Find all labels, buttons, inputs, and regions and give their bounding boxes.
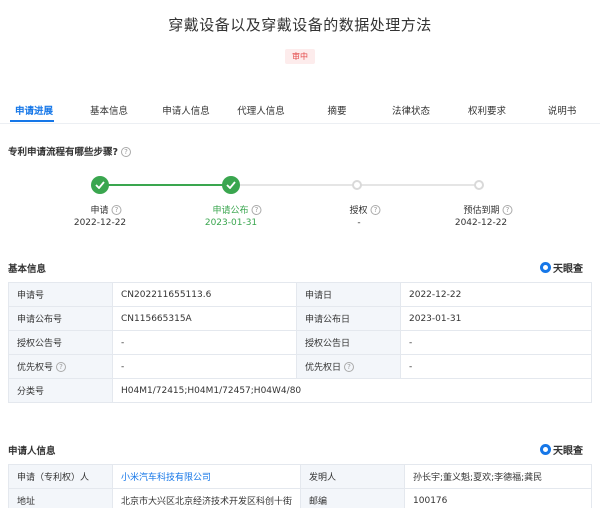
tab-progress[interactable]: 申请进展 bbox=[15, 82, 53, 124]
tab-applicant-info[interactable]: 申请人信息 bbox=[162, 82, 210, 124]
applicant-info-title: 申请人信息 bbox=[8, 446, 56, 457]
field-label: 优先权日? bbox=[296, 354, 401, 379]
step-3-pending-dot bbox=[352, 180, 362, 190]
table-row: 分类号 H04M1/72415;H04M1/72457;H04W4/80 bbox=[8, 378, 592, 403]
tab-legal-status[interactable]: 法律状态 bbox=[392, 82, 430, 124]
field-value: - bbox=[400, 354, 592, 379]
status-badge: 审中 bbox=[285, 49, 315, 64]
help-icon[interactable]: ? bbox=[370, 205, 381, 215]
field-label: 发明人 bbox=[300, 464, 406, 489]
applicant-link[interactable]: 小米汽车科技有限公司 bbox=[111, 464, 302, 489]
help-icon[interactable]: ? bbox=[121, 147, 132, 157]
field-label: 授权公告号 bbox=[8, 330, 113, 355]
table-row: 申请（专利权）人 小米汽车科技有限公司 发明人 孙长宇;董义魁;夏欢;李德福;龚… bbox=[8, 464, 592, 489]
active-tab-indicator bbox=[10, 120, 54, 122]
field-label: 分类号 bbox=[8, 378, 113, 403]
step-2-label: 申请公布? bbox=[212, 203, 262, 216]
field-label: 申请号 bbox=[8, 282, 113, 307]
field-value: - bbox=[112, 354, 297, 379]
tianyancha-icon bbox=[540, 444, 551, 455]
tab-agent-info[interactable]: 代理人信息 bbox=[237, 82, 285, 124]
table-row: 申请公布号 CN115665315A 申请公布日 2023-01-31 bbox=[8, 306, 592, 331]
tianyancha-logo[interactable]: 天眼查 bbox=[540, 442, 583, 457]
tab-description[interactable]: 说明书 bbox=[548, 82, 577, 124]
field-label: 地址 bbox=[8, 488, 113, 508]
field-value: CN202211655113.6 bbox=[112, 282, 297, 307]
step-1-check-icon bbox=[91, 176, 109, 194]
table-row: 授权公告号 - 授权公告日 - bbox=[8, 330, 592, 355]
tab-basic-info[interactable]: 基本信息 bbox=[90, 82, 128, 124]
basic-info-title: 基本信息 bbox=[8, 264, 47, 275]
tab-bar: 申请进展 基本信息 申请人信息 代理人信息 摘要 法律状态 权利要求 说明书 bbox=[0, 82, 600, 124]
classification-value: H04M1/72415;H04M1/72457;H04W4/80 bbox=[112, 378, 592, 403]
progress-line-done bbox=[100, 184, 231, 186]
tianyancha-logo[interactable]: 天眼查 bbox=[540, 260, 583, 275]
process-question: 专利申请流程有哪些步骤?? bbox=[8, 144, 132, 158]
process-question-text: 专利申请流程有哪些步骤? bbox=[8, 147, 119, 158]
field-label: 授权公告日 bbox=[296, 330, 401, 355]
help-icon[interactable]: ? bbox=[251, 205, 262, 215]
step-3-label: 授权? bbox=[349, 203, 381, 216]
tab-abstract[interactable]: 摘要 bbox=[327, 82, 346, 124]
help-icon[interactable]: ? bbox=[111, 205, 122, 215]
field-value: 2023-01-31 bbox=[400, 306, 592, 331]
basic-info-table: 申请号 CN202211655113.6 申请日 2022-12-22 申请公布… bbox=[8, 282, 592, 403]
field-value: 2022-12-22 bbox=[400, 282, 592, 307]
page-title: 穿戴设备以及穿戴设备的数据处理方法 bbox=[168, 16, 432, 34]
table-row: 地址 北京市大兴区北京经济技术开发区科创十街 邮编 100176 bbox=[8, 488, 592, 508]
applicant-info-table: 申请（专利权）人 小米汽车科技有限公司 发明人 孙长宇;董义魁;夏欢;李德福;龚… bbox=[8, 464, 592, 508]
field-value: CN115665315A bbox=[112, 306, 297, 331]
inventors-value: 孙长宇;董义魁;夏欢;李德福;龚民 bbox=[404, 464, 592, 489]
field-label: 申请（专利权）人 bbox=[8, 464, 113, 489]
help-icon[interactable]: ? bbox=[502, 205, 513, 215]
table-row: 优先权号? - 优先权日? - bbox=[8, 354, 592, 379]
field-value: - bbox=[112, 330, 297, 355]
patent-header: 穿戴设备以及穿戴设备的数据处理方法 审中 bbox=[0, 0, 600, 82]
step-4-label: 预估到期? bbox=[463, 203, 513, 216]
step-3-date: - bbox=[357, 218, 361, 228]
step-1-label: 申请? bbox=[90, 203, 122, 216]
table-row: 申请号 CN202211655113.6 申请日 2022-12-22 bbox=[8, 282, 592, 307]
step-4-pending-dot bbox=[474, 180, 484, 190]
tab-claims[interactable]: 权利要求 bbox=[468, 82, 506, 124]
progress-steps: 申请? 申请公布? 授权? 预估到期? 2022-12-22 2023-01-3… bbox=[0, 170, 600, 240]
step-2-check-icon bbox=[222, 176, 240, 194]
help-icon[interactable]: ? bbox=[56, 362, 67, 372]
tianyancha-icon bbox=[540, 262, 551, 273]
field-value: - bbox=[400, 330, 592, 355]
help-icon[interactable]: ? bbox=[344, 362, 355, 372]
postcode-value: 100176 bbox=[404, 488, 592, 508]
field-label: 申请公布号 bbox=[8, 306, 113, 331]
field-label: 优先权号? bbox=[8, 354, 113, 379]
field-label: 邮编 bbox=[300, 488, 406, 508]
address-value: 北京市大兴区北京经济技术开发区科创十街 bbox=[111, 488, 302, 508]
step-4-date: 2042-12-22 bbox=[454, 218, 508, 228]
step-2-date: 2023-01-31 bbox=[204, 218, 258, 228]
field-label: 申请日 bbox=[296, 282, 401, 307]
step-1-date: 2022-12-22 bbox=[73, 218, 127, 228]
field-label: 申请公布日 bbox=[296, 306, 401, 331]
